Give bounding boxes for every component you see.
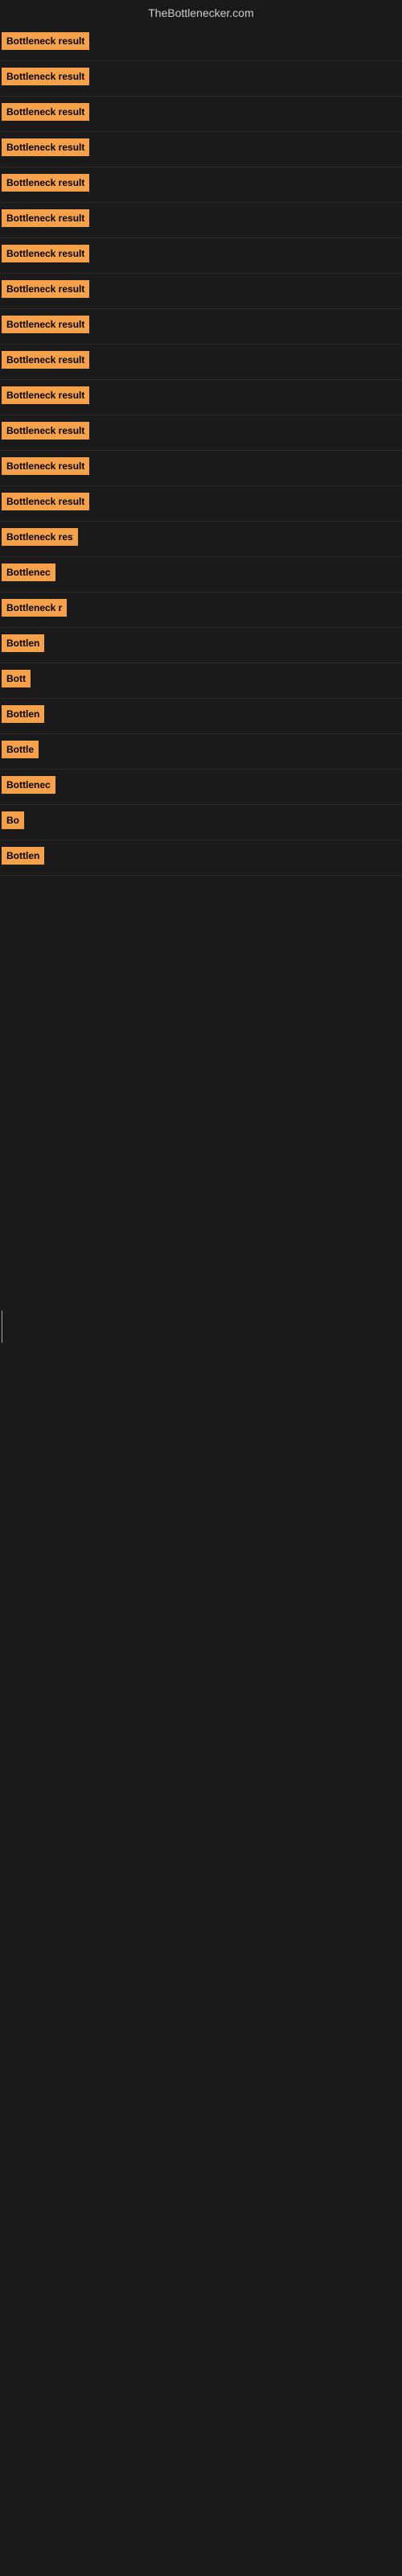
bottleneck-result-bar[interactable]: Bottleneck result	[2, 351, 89, 369]
bottleneck-result-bar[interactable]: Bottleneck r	[2, 599, 67, 617]
list-item: Bottlenec	[0, 770, 402, 805]
list-item: Bottleneck result	[0, 345, 402, 380]
bottleneck-result-bar[interactable]: Bottleneck result	[2, 209, 89, 227]
bottleneck-result-bar[interactable]: Bottleneck result	[2, 68, 89, 85]
list-item: Bottleneck result	[0, 132, 402, 167]
bottleneck-result-bar[interactable]: Bottleneck res	[2, 528, 78, 546]
list-item: Bottleneck result	[0, 203, 402, 238]
list-item: Bottleneck result	[0, 415, 402, 451]
bottleneck-result-bar[interactable]: Bottleneck result	[2, 174, 89, 192]
bottleneck-result-bar[interactable]: Bottlen	[2, 847, 44, 865]
list-item: Bottleneck result	[0, 26, 402, 61]
bottleneck-result-bar[interactable]: Bottlenec	[2, 564, 55, 581]
bottleneck-result-bar[interactable]: Bottleneck result	[2, 457, 89, 475]
list-item: Bottleneck result	[0, 486, 402, 522]
bottleneck-result-bar[interactable]: Bo	[2, 811, 24, 829]
list-item: Bo	[0, 805, 402, 840]
list-item: Bottleneck result	[0, 309, 402, 345]
bottleneck-result-bar[interactable]: Bottleneck result	[2, 103, 89, 121]
list-item: Bottlen	[0, 840, 402, 876]
list-item: Bottle	[0, 734, 402, 770]
site-title: TheBottlenecker.com	[0, 0, 402, 26]
bottleneck-result-bar[interactable]: Bottleneck result	[2, 316, 89, 333]
list-item: Bottlen	[0, 628, 402, 663]
list-item: Bottleneck result	[0, 61, 402, 97]
bottleneck-result-bar[interactable]: Bottleneck result	[2, 280, 89, 298]
list-item: Bottleneck result	[0, 167, 402, 203]
list-item: Bottleneck r	[0, 592, 402, 628]
bottleneck-result-bar[interactable]: Bottlenec	[2, 776, 55, 794]
list-item: Bottlenec	[0, 557, 402, 592]
bottleneck-result-bar[interactable]: Bott	[2, 670, 31, 687]
bottleneck-result-bar[interactable]: Bottleneck result	[2, 245, 89, 262]
bottleneck-result-bar[interactable]: Bottlen	[2, 634, 44, 652]
bottleneck-result-bar[interactable]: Bottleneck result	[2, 386, 89, 404]
bottleneck-result-bar[interactable]: Bottle	[2, 741, 39, 758]
list-item: Bottleneck result	[0, 97, 402, 132]
bottleneck-result-bar[interactable]: Bottlen	[2, 705, 44, 723]
list-item: Bottlen	[0, 699, 402, 734]
list-item: Bottleneck result	[0, 238, 402, 274]
bottleneck-result-bar[interactable]: Bottleneck result	[2, 422, 89, 440]
bottleneck-result-bar[interactable]: Bottleneck result	[2, 138, 89, 156]
list-item: Bottleneck result	[0, 274, 402, 309]
bottleneck-result-bar[interactable]: Bottleneck result	[2, 32, 89, 50]
list-item: Bottleneck result	[0, 451, 402, 486]
list-item: Bottleneck res	[0, 522, 402, 557]
bottleneck-result-bar[interactable]: Bottleneck result	[2, 493, 89, 510]
list-item: Bottleneck result	[0, 380, 402, 415]
list-item: Bott	[0, 663, 402, 699]
